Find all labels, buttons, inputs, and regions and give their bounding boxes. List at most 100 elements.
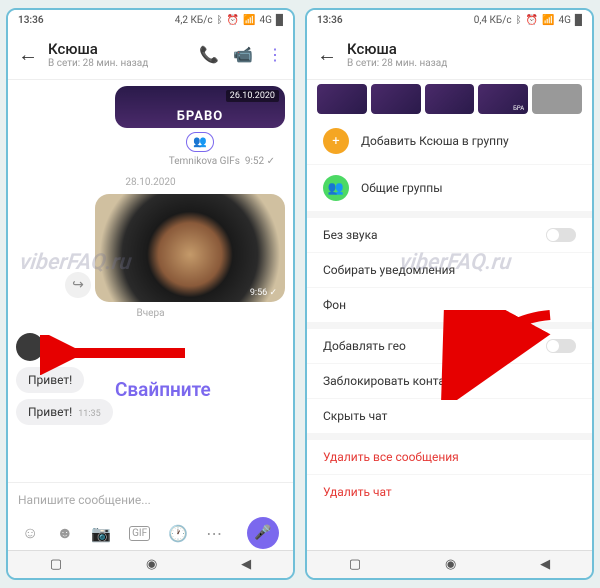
sticker-icon[interactable]: ☺ xyxy=(22,523,38,543)
network-badge: 4G xyxy=(259,15,271,26)
chat-body[interactable]: 26.10.2020 БРАВО 👥 Temnikova GIFs 9:52 ✓… xyxy=(8,80,293,482)
food-photo: ↪ 9:56 ✓ xyxy=(95,194,285,302)
nav-recent[interactable]: ▢ xyxy=(50,557,62,572)
row-mute[interactable]: Без звука xyxy=(307,218,592,253)
header-icons: 📞 📹 ⋮ xyxy=(199,45,283,64)
nav-recent[interactable]: ▢ xyxy=(349,557,361,572)
net-speed: 4,2 КБ/с xyxy=(175,15,213,26)
status-right: 0,4 КБ/с ᛒ ⏰ 📶 4G █ xyxy=(474,15,582,26)
input-tools: ☺ ☻ 📷 GIF 🕐 ⋯ 🎤 xyxy=(8,516,293,550)
date-divider: 28.10.2020 xyxy=(16,177,285,188)
media-thumb-strip[interactable]: БРА xyxy=(307,80,592,118)
photo-time: 9:56 ✓ xyxy=(250,288,277,298)
gif-time: 9:52 xyxy=(245,156,264,167)
chat-status: В сети: 28 мин. назад xyxy=(48,58,189,69)
media-thumb[interactable] xyxy=(371,84,421,114)
group-icon[interactable]: 👥 xyxy=(186,132,214,152)
gif-meta: Temnikova GIFs 9:52 ✓ xyxy=(115,156,285,167)
status-time: 13:36 xyxy=(18,15,44,26)
incoming-message-1[interactable]: Привет! xyxy=(16,367,84,393)
row-block-contact[interactable]: Заблокировать контакт xyxy=(307,364,592,399)
nav-back[interactable]: ◀ xyxy=(540,557,550,572)
chat-header: ← Ксюша В сети: 28 мин. назад xyxy=(307,30,592,80)
battery-icon: █ xyxy=(276,15,283,26)
android-nav: ▢ ◉ ◀ xyxy=(307,550,592,578)
row-label: Без звука xyxy=(323,228,378,242)
geo-toggle[interactable] xyxy=(546,339,576,353)
media-thumb[interactable] xyxy=(317,84,367,114)
chat-status: В сети: 28 мин. назад xyxy=(347,58,582,69)
bravo-gif: 26.10.2020 БРАВО xyxy=(115,86,285,128)
camera-icon[interactable]: 📷 xyxy=(91,524,111,543)
mic-button[interactable]: 🎤 xyxy=(247,517,279,549)
chat-header: ← Ксюша В сети: 28 мин. назад 📞 📹 ⋮ xyxy=(8,30,293,80)
row-common-groups[interactable]: 👥 Общие группы xyxy=(307,165,592,212)
phone-left: 13:36 4,2 КБ/с ᛒ ⏰ 📶 4G █ ← Ксюша В сети… xyxy=(6,8,295,580)
row-add-geo[interactable]: Добавлять гео xyxy=(307,329,592,364)
gif-source: Temnikova GIFs xyxy=(169,156,240,167)
media-thumb[interactable]: БРА xyxy=(478,84,528,114)
msg-text: Привет! xyxy=(28,373,72,387)
row-collect-notifications[interactable]: Собирать уведомления xyxy=(307,253,592,288)
row-label: Фон xyxy=(323,298,346,312)
row-label: Собирать уведомления xyxy=(323,263,455,277)
network-badge: 4G xyxy=(558,15,570,26)
android-nav: ▢ ◉ ◀ xyxy=(8,550,293,578)
row-label: Заблокировать контакт xyxy=(323,374,457,388)
input-placeholder: Напишите сообщение... xyxy=(18,493,151,507)
avatar[interactable] xyxy=(16,333,44,361)
mute-toggle[interactable] xyxy=(546,228,576,242)
back-icon[interactable]: ← xyxy=(317,42,337,67)
avatar-row xyxy=(16,333,285,361)
nav-home[interactable]: ◉ xyxy=(445,557,456,572)
clock-icon[interactable]: 🕐 xyxy=(168,524,188,543)
gif-message[interactable]: 26.10.2020 БРАВО 👥 Temnikova GIFs 9:52 ✓ xyxy=(115,86,285,167)
signal-icon: 📶 xyxy=(243,15,255,26)
row-hide-chat[interactable]: Скрыть чат xyxy=(307,399,592,434)
row-label: Удалить чат xyxy=(323,485,392,499)
photo-message[interactable]: ↪ 9:56 ✓ xyxy=(95,194,285,302)
row-add-to-group[interactable]: + Добавить Ксюша в группу xyxy=(307,118,592,165)
add-user-icon: + xyxy=(323,128,349,154)
bravo-date: 26.10.2020 xyxy=(226,90,279,102)
row-label: Добавить Ксюша в группу xyxy=(361,134,509,148)
more-tools-icon[interactable]: ⋯ xyxy=(206,524,222,543)
nav-back[interactable]: ◀ xyxy=(241,557,251,572)
row-label: Скрыть чат xyxy=(323,409,387,423)
chat-name: Ксюша xyxy=(347,40,582,58)
bravo-text: БРАВО xyxy=(115,109,285,124)
header-title-block[interactable]: Ксюша В сети: 28 мин. назад xyxy=(347,40,582,69)
message-input[interactable]: Напишите сообщение... xyxy=(8,482,293,516)
msg-time: 11:35 xyxy=(78,409,100,419)
battery-icon: █ xyxy=(575,15,582,26)
call-icon[interactable]: 📞 xyxy=(199,45,219,64)
media-thumb[interactable] xyxy=(425,84,475,114)
phone-right: 13:36 0,4 КБ/с ᛒ ⏰ 📶 4G █ ← Ксюша В сети… xyxy=(305,8,594,580)
chat-name: Ксюша xyxy=(48,40,189,58)
row-background[interactable]: Фон xyxy=(307,288,592,323)
net-speed: 0,4 КБ/с xyxy=(474,15,512,26)
status-bar: 13:36 4,2 КБ/с ᛒ ⏰ 📶 4G █ xyxy=(8,10,293,30)
nav-home[interactable]: ◉ xyxy=(146,557,157,572)
bluetooth-icon: ᛒ xyxy=(217,15,223,26)
emoji-icon[interactable]: ☻ xyxy=(56,523,73,543)
back-icon[interactable]: ← xyxy=(18,42,38,67)
row-delete-chat[interactable]: Удалить чат xyxy=(307,475,592,509)
row-delete-all[interactable]: Удалить все сообщения xyxy=(307,440,592,475)
header-title-block[interactable]: Ксюша В сети: 28 мин. назад xyxy=(48,40,189,69)
more-icon[interactable]: ⋮ xyxy=(267,45,283,64)
row-label: Добавлять гео xyxy=(323,339,406,353)
gif-icon[interactable]: GIF xyxy=(129,526,150,541)
media-thumb[interactable] xyxy=(532,84,582,114)
incoming-message-2[interactable]: Привет! 11:35 xyxy=(16,399,113,425)
status-bar: 13:36 0,4 КБ/с ᛒ ⏰ 📶 4G █ xyxy=(307,10,592,30)
row-label: Общие группы xyxy=(361,181,443,195)
signal-icon: 📶 xyxy=(542,15,554,26)
msg-text: Привет! xyxy=(28,405,72,419)
groups-icon: 👥 xyxy=(323,175,349,201)
forward-icon[interactable]: ↪ xyxy=(65,272,91,298)
bluetooth-icon: ᛒ xyxy=(516,15,522,26)
alarm-icon: ⏰ xyxy=(526,15,538,26)
status-time: 13:36 xyxy=(317,15,343,26)
video-icon[interactable]: 📹 xyxy=(233,45,253,64)
